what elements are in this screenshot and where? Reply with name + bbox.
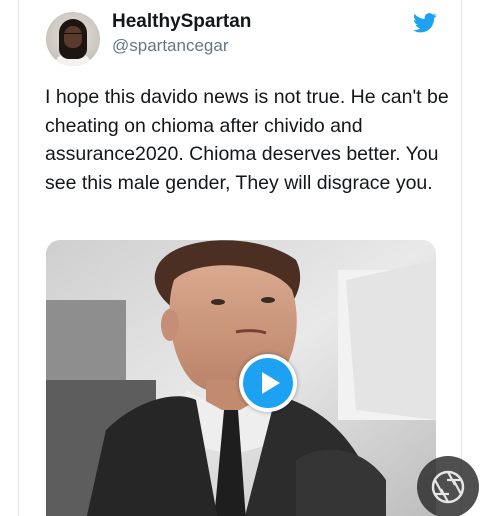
play-button-fill xyxy=(243,358,293,408)
camera-aperture-button[interactable] xyxy=(417,456,479,516)
avatar[interactable] xyxy=(46,12,100,66)
play-icon xyxy=(262,372,280,394)
display-name[interactable]: HealthySpartan xyxy=(112,11,251,33)
video-thumbnail[interactable] xyxy=(46,240,436,516)
user-handle[interactable]: @spartancegar xyxy=(112,36,229,56)
twitter-bird-icon xyxy=(413,13,437,33)
avatar-glasses xyxy=(64,33,82,39)
play-button[interactable] xyxy=(239,354,297,412)
tweet-card[interactable]: HealthySpartan @spartancegar I hope this… xyxy=(18,0,462,516)
screenshot-page: HealthySpartan @spartancegar I hope this… xyxy=(0,0,480,516)
camera-aperture-icon xyxy=(431,470,465,504)
tweet-text: I hope this davido news is not true. He … xyxy=(45,86,449,194)
